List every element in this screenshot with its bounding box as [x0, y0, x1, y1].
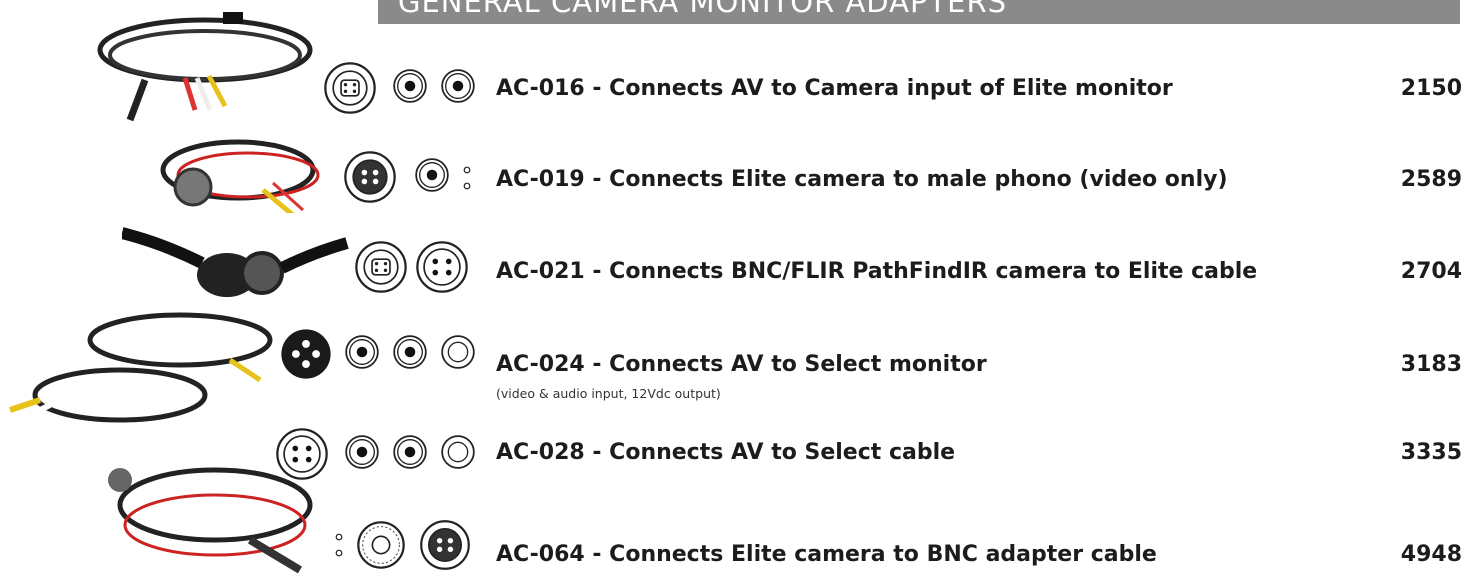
- product-price: 4948: [1400, 542, 1462, 567]
- elite-connector-icon: [342, 149, 398, 205]
- svideo-connector-icon: [322, 60, 378, 116]
- section-header: GENERAL CAMERA MONITOR ADAPTERS: [378, 0, 1460, 24]
- rca-connector-icon: [340, 430, 384, 474]
- pin-connector-icon: [332, 520, 346, 570]
- product-row-ac028: AC-028 - Connects AV to Select cable 333…: [0, 430, 1466, 490]
- product-title: AC-028 - Connects AV to Select cable: [496, 440, 956, 465]
- rca-connector-icon: [410, 153, 454, 197]
- product-price: 2150: [1400, 76, 1462, 101]
- ring-connector-icon: [436, 430, 480, 474]
- product-title: AC-021 - Connects BNC/FLIR PathFindIR ca…: [496, 259, 1258, 284]
- rca-connector-icon: [436, 64, 480, 108]
- product-title: AC-019 - Connects Elite camera to male p…: [496, 167, 1228, 192]
- product-price: 2589: [1400, 167, 1462, 192]
- product-row-ac024: AC-024 - Connects AV to Select monitor (…: [0, 330, 1466, 401]
- rca-connector-icon: [388, 64, 432, 108]
- product-row-ac021: AC-021 - Connects BNC/FLIR PathFindIR ca…: [0, 243, 1466, 303]
- product-row-ac019: AC-019 - Connects Elite camera to male p…: [0, 153, 1466, 213]
- product-row-ac016: AC-016 - Connects AV to Camera input of …: [0, 64, 1466, 124]
- product-price: 3183: [1400, 352, 1462, 377]
- select-connector-icon: [278, 326, 334, 382]
- four-pin-connector-icon: [414, 239, 470, 295]
- product-price: 2704: [1400, 259, 1462, 284]
- product-subtitle: (video & audio input, 12Vdc output): [496, 386, 721, 401]
- product-title: AC-064 - Connects Elite camera to BNC ad…: [496, 542, 1157, 567]
- elite-connector-icon: [418, 518, 472, 572]
- ring-connector-icon: [436, 330, 480, 374]
- svideo-connector-icon: [353, 239, 409, 295]
- rca-connector-icon: [388, 330, 432, 374]
- product-price: 3335: [1400, 440, 1462, 465]
- rca-connector-icon: [388, 430, 432, 474]
- section-title: GENERAL CAMERA MONITOR ADAPTERS: [398, 0, 1008, 19]
- product-row-ac064: AC-064 - Connects Elite camera to BNC ad…: [0, 520, 1466, 580]
- bnc-connector-icon: [354, 518, 408, 572]
- product-title: AC-024 - Connects AV to Select monitor: [496, 352, 987, 377]
- rca-connector-icon: [340, 330, 384, 374]
- pin-connector-icon: [460, 153, 474, 203]
- product-title: AC-016 - Connects AV to Camera input of …: [496, 76, 1173, 101]
- four-pin-connector-icon: [274, 426, 330, 482]
